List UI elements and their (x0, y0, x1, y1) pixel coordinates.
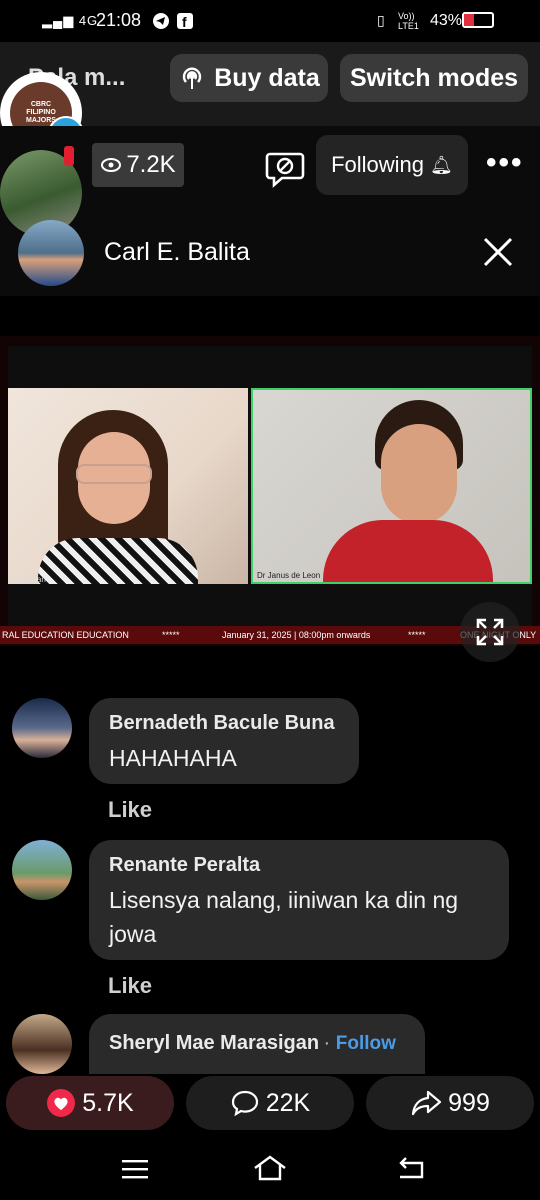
comment-author[interactable]: Bernadeth Bacule Buna (109, 712, 339, 735)
comment-1: Bernadeth Bacule Buna HAHAHAHA (89, 698, 359, 784)
ticker-left: RAL EDUCATION EDUCATION (2, 630, 129, 640)
ticker-date: January 31, 2025 | 08:00pm onwards (222, 630, 371, 640)
share-icon (412, 1090, 442, 1116)
speaker-left-tile: ah Alvaran (8, 388, 248, 584)
system-nav-bar (0, 1138, 540, 1200)
comment-avatar-2[interactable] (12, 840, 72, 900)
volte-indicator: Vo)) LTE1 (398, 11, 419, 31)
like-button[interactable]: 5.7K (6, 1076, 174, 1130)
fullscreen-icon[interactable] (458, 600, 522, 664)
comment-3: Sheryl Mae Marasigan · Follow (89, 1014, 425, 1074)
view-count: 7.2K (126, 151, 176, 178)
following-label: Following (331, 152, 425, 177)
broadcast-icon (183, 67, 202, 89)
more-options-icon[interactable]: ••• (486, 146, 524, 180)
switch-modes-label: Switch modes (349, 63, 519, 92)
comment-avatar-3[interactable] (12, 1014, 72, 1074)
like-comment-button[interactable]: Like (108, 973, 152, 999)
bell-icon: 🔔︎ (430, 154, 453, 175)
heart-icon (47, 1089, 76, 1117)
comment-author[interactable]: Renante Peralta (109, 854, 489, 877)
battery-icon (462, 12, 494, 28)
host-name[interactable]: Carl E. Balita (104, 238, 250, 267)
buy-data-label: Buy data (214, 63, 320, 92)
comment-off-icon[interactable] (264, 146, 306, 188)
share-button[interactable]: 999 (366, 1076, 534, 1130)
comment-text: HAHAHAHA (109, 745, 237, 771)
host-avatar[interactable] (18, 220, 84, 286)
telegram-notification-icon (153, 13, 169, 29)
live-indicator (64, 146, 74, 166)
comment-author[interactable]: Sheryl Mae Marasigan (109, 1032, 319, 1054)
comment-button[interactable]: 22K (186, 1076, 354, 1130)
vibrate-icon: ▯ (377, 12, 385, 28)
signal-icons: ▂▄▆ 4G (42, 13, 99, 28)
comment-icon (231, 1090, 258, 1117)
switch-modes-button[interactable]: Switch modes (340, 54, 528, 102)
facebook-notification-icon: f (177, 13, 193, 30)
battery-percent: 43% (430, 12, 463, 29)
follow-link[interactable]: Follow (336, 1033, 396, 1054)
comment-count: 22K (265, 1088, 311, 1117)
close-icon[interactable] (482, 236, 514, 268)
status-time: 21:08 (96, 10, 142, 30)
menu-icon[interactable] (120, 1158, 150, 1180)
live-video[interactable]: ah Alvaran Dr Janus de Leon RAL EDUCATIO… (0, 336, 540, 662)
separator-dot: · (323, 1032, 336, 1054)
following-button[interactable]: Following 🔔︎ (316, 135, 468, 195)
like-comment-button[interactable]: Like (108, 797, 152, 823)
eye-icon (101, 158, 122, 172)
ticker-stars-1: ***** (162, 630, 180, 640)
comment-avatar-1[interactable] (12, 698, 72, 758)
left-name-tag: ah Alvaran (8, 575, 46, 584)
view-count-badge: 7.2K (92, 143, 184, 187)
right-name-tag: Dr Janus de Leon (257, 571, 321, 580)
svg-text:f: f (182, 14, 187, 30)
buy-data-button[interactable]: Buy data (170, 54, 328, 102)
home-icon[interactable] (252, 1154, 288, 1182)
speaker-right-tile: Dr Janus de Leon (251, 388, 532, 584)
like-count: 5.7K (82, 1088, 134, 1117)
comment-2: Renante Peralta Lisensya nalang, iiniwan… (89, 840, 509, 960)
back-icon[interactable] (396, 1156, 426, 1180)
comment-text: Lisensya nalang, iiniwan ka din ng jowa (109, 887, 459, 947)
ticker-stars-2: ***** (408, 630, 426, 640)
status-bar: ▂▄▆ 4G 21:08 f ▯ Vo)) LTE1 43% (0, 0, 540, 42)
share-count: 999 (448, 1088, 490, 1117)
